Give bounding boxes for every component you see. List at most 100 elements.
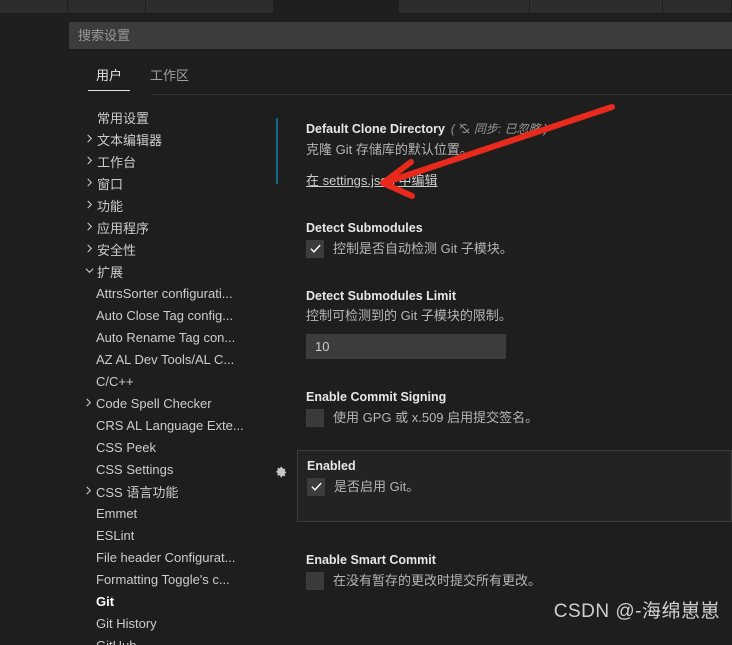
- setting-description: 控制是否自动检测 Git 子模块。: [333, 241, 513, 256]
- editor-tab-0[interactable]: [0, 0, 68, 13]
- chevron-right-icon[interactable]: [82, 128, 97, 150]
- toc-item-label: CSS Peek: [96, 439, 156, 455]
- sync-ignored-icon: [458, 122, 471, 136]
- toc-item-label: Formatting Toggle's c...: [96, 571, 230, 587]
- editor-tab-5[interactable]: [530, 0, 663, 13]
- setting-description: 控制可检测到的 Git 子模块的限制。: [306, 308, 512, 323]
- editor-tab-2[interactable]: [146, 0, 274, 13]
- setting-description: 在没有暂存的更改时提交所有更改。: [333, 573, 542, 588]
- setting-title-row: Detect Submodules Limit: [306, 281, 732, 303]
- toc-item-14[interactable]: CRS AL Language Exte...: [66, 414, 270, 436]
- chevron-right-icon[interactable]: [81, 480, 96, 502]
- toc-item-label: 文本编辑器: [97, 132, 163, 148]
- toc-item-21[interactable]: Formatting Toggle's c...: [66, 568, 270, 590]
- chevron-right-icon[interactable]: [82, 194, 97, 216]
- settings-search-box[interactable]: [69, 22, 732, 49]
- setting-title-row: Enable Smart Commit: [306, 545, 732, 567]
- search-input[interactable]: [69, 27, 732, 44]
- chevron-right-icon[interactable]: [82, 172, 97, 194]
- scope-tab-1[interactable]: 工作区: [142, 62, 197, 91]
- toc-item-label: AttrsSorter configurati...: [96, 285, 233, 301]
- toc-item-label: Code Spell Checker: [96, 395, 212, 411]
- setting-checkbox[interactable]: [306, 239, 324, 258]
- setting-item-enable-smart-commit: Enable Smart Commit 在没有暂存的更改时提交所有更改。: [270, 545, 732, 590]
- toc-item-7[interactable]: 扩展: [66, 260, 270, 282]
- toc-item-label: Auto Rename Tag con...: [96, 329, 236, 345]
- toc-item-label: 应用程序: [97, 220, 150, 236]
- setting-description: 克隆 Git 存储库的默认位置。: [306, 142, 473, 157]
- setting-title: Detect Submodules Limit: [306, 289, 457, 303]
- editor-tab-3[interactable]: [274, 0, 399, 13]
- scope-tabs-divider: [151, 94, 732, 95]
- editor-tab-4[interactable]: [399, 0, 530, 13]
- chevron-right-icon[interactable]: [82, 216, 97, 238]
- settings-toc-tree[interactable]: 常用设置文本编辑器工作台窗口功能应用程序安全性扩展 AttrsSorter con…: [66, 106, 270, 645]
- toc-item-20[interactable]: File header Configurat...: [66, 546, 270, 568]
- toc-item-10[interactable]: Auto Rename Tag con...: [66, 326, 270, 348]
- toc-item-3[interactable]: 窗口: [66, 172, 270, 194]
- setting-checkbox[interactable]: [306, 571, 324, 590]
- toc-item-6[interactable]: 安全性: [66, 238, 270, 260]
- sync-ignored-label: 同步: 已忽略: [473, 122, 541, 136]
- toc-item-label: ESLint: [96, 527, 135, 543]
- setting-title-row: Enabled: [307, 451, 731, 473]
- chevron-right-icon[interactable]: [82, 150, 97, 172]
- editor-tab-6[interactable]: [663, 0, 732, 13]
- toc-item-label: File header Configurat...: [96, 549, 236, 565]
- setting-description: 使用 GPG 或 x.509 启用提交签名。: [333, 410, 539, 425]
- toc-item-22[interactable]: Git: [66, 590, 270, 612]
- chevron-right-icon[interactable]: [81, 392, 96, 414]
- toc-item-19[interactable]: ESLint: [66, 524, 270, 546]
- toc-item-16[interactable]: CSS Settings: [66, 458, 270, 480]
- sync-ignored-note: (同步: 已忽略): [450, 121, 548, 137]
- toc-item-24[interactable]: GitHub: [66, 634, 270, 645]
- toc-item-label: Emmet: [96, 505, 138, 521]
- edit-in-settings-json-link[interactable]: 在 settings.json 中编辑: [306, 170, 438, 189]
- toc-item-11[interactable]: AZ AL Dev Tools/AL C...: [66, 348, 270, 370]
- toc-item-8[interactable]: AttrsSorter configurati...: [66, 282, 270, 304]
- toc-item-label: C/C++: [96, 373, 134, 389]
- toc-item-label: 功能: [97, 198, 124, 214]
- setting-checkbox[interactable]: [306, 408, 324, 427]
- toc-item-0[interactable]: 常用设置: [66, 106, 270, 128]
- toc-item-17[interactable]: CSS 语言功能: [66, 480, 270, 502]
- scope-tab-0[interactable]: 用户: [88, 62, 131, 91]
- toc-item-label: 扩展: [97, 264, 124, 280]
- setting-title: Detect Submodules: [306, 221, 423, 235]
- setting-checkbox-row: 控制是否自动检测 Git 子模块。: [306, 235, 732, 258]
- toc-item-2[interactable]: 工作台: [66, 150, 270, 172]
- scope-tab-label: 用户: [96, 68, 123, 83]
- editor-tab-1[interactable]: [68, 0, 146, 13]
- setting-title-row: Enable Commit Signing: [306, 382, 732, 404]
- toc-item-1[interactable]: 文本编辑器: [66, 128, 270, 150]
- toc-item-label: CSS Settings: [96, 461, 174, 477]
- toc-item-label: Git: [96, 593, 115, 609]
- setting-number-input[interactable]: [306, 334, 506, 359]
- setting-title: Enabled: [307, 459, 356, 473]
- toc-item-12[interactable]: C/C++: [66, 370, 270, 392]
- toc-item-5[interactable]: 应用程序: [66, 216, 270, 238]
- toc-item-15[interactable]: CSS Peek: [66, 436, 270, 458]
- toc-item-label: 工作台: [97, 154, 137, 170]
- toc-item-9[interactable]: Auto Close Tag config...: [66, 304, 270, 326]
- toc-item-label: Auto Close Tag config...: [96, 307, 234, 323]
- toc-item-23[interactable]: Git History: [66, 612, 270, 634]
- setting-checkbox[interactable]: [307, 477, 325, 496]
- toc-item-4[interactable]: 功能: [66, 194, 270, 216]
- toc-item-13[interactable]: Code Spell Checker: [66, 392, 270, 414]
- toc-item-label: GitHub: [96, 637, 137, 645]
- setting-title-row: Detect Submodules: [306, 213, 732, 235]
- gear-icon[interactable]: [273, 465, 289, 481]
- toc-item-18[interactable]: Emmet: [66, 502, 270, 524]
- setting-item-default-clone-directory: Default Clone Directory (同步: 已忽略) 克隆 Git 存…: [270, 112, 732, 190]
- toc-item-label: CRS AL Language Exte...: [96, 417, 244, 433]
- setting-title: Enable Commit Signing: [306, 390, 447, 404]
- chevron-down-icon[interactable]: [82, 260, 97, 282]
- setting-checkbox-row: 使用 GPG 或 x.509 启用提交签名。: [306, 404, 732, 427]
- setting-item-enable-commit-signing: Enable Commit Signing 使用 GPG 或 x.509 启用提交…: [270, 382, 732, 427]
- watermark: CSDN @-海绵崽崽: [553, 601, 720, 622]
- setting-item-detect-submodules: Detect Submodules 控制是否自动检测 Git 子模块。: [270, 213, 732, 258]
- setting-item-detect-submodules-limit: Detect Submodules Limit 控制可检测到的 Git 子模块的限…: [270, 281, 732, 359]
- scope-tab-label: 工作区: [150, 68, 190, 83]
- chevron-right-icon[interactable]: [82, 238, 97, 260]
